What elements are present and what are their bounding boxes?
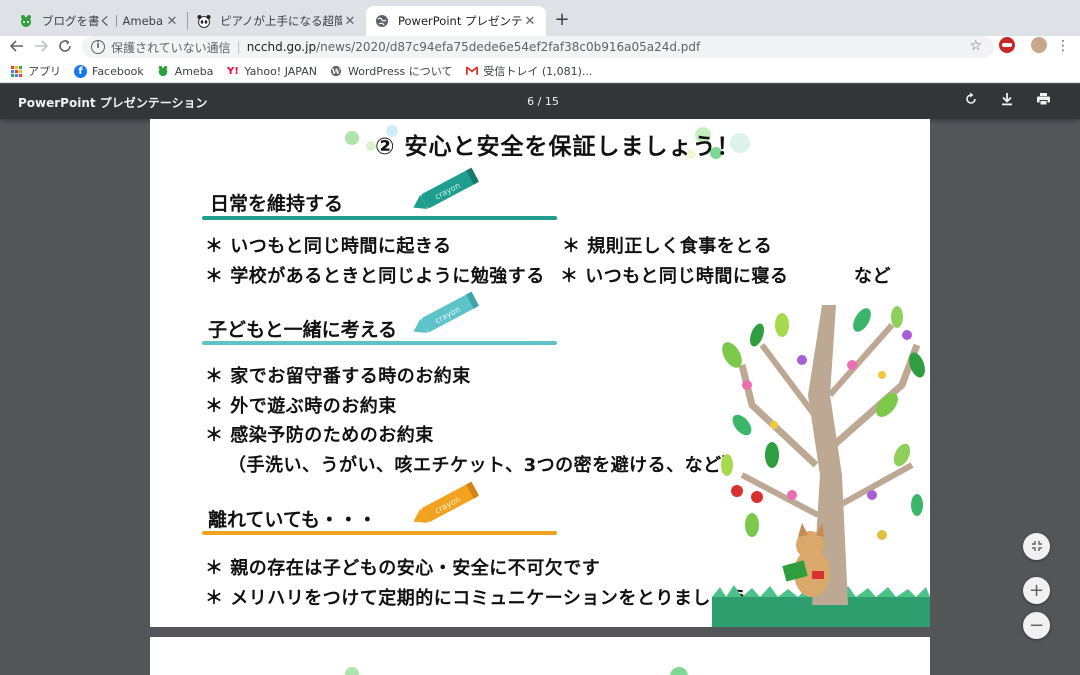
- rotate-icon[interactable]: [962, 92, 980, 110]
- bookmark-wordpress[interactable]: W WordPress について: [330, 63, 452, 79]
- section-underline: [202, 531, 557, 535]
- page-indicator[interactable]: 6 / 15: [515, 95, 571, 108]
- url-path: /news/2020/d87c94efa75dede6e54ef2faf38c0…: [316, 40, 701, 54]
- arrow-left-icon: [9, 40, 23, 52]
- crayon-icon: crayon: [413, 481, 479, 524]
- list-item: ＊ いつもと同じ時間に起きる: [205, 236, 452, 257]
- list-item: ＊ 学校があるときと同じように勉強する: [205, 266, 545, 287]
- section-heading: 子どもと一緒に考える: [208, 319, 398, 341]
- back-button[interactable]: [6, 37, 28, 59]
- apps-icon: [10, 65, 23, 78]
- svg-text:W: W: [331, 67, 341, 76]
- bookmark-label: WordPress について: [347, 65, 453, 78]
- bookmark-label: Ameba: [174, 64, 214, 78]
- star-icon[interactable]: ☆: [969, 38, 982, 54]
- pdf-toolbar: PowerPoint プレゼンテーション 6 / 15: [0, 84, 1080, 119]
- slide-title: ② 安心と安全を保証しましょう！: [375, 134, 741, 160]
- list-item: ＊ 家でお留守番する時のお約束: [205, 366, 471, 387]
- list-item: ＊ 感染予防のためのお約束: [205, 425, 434, 446]
- bookmark-apps[interactable]: アプリ: [10, 63, 61, 79]
- new-tab-button[interactable]: +: [552, 10, 572, 30]
- section-heading: 離れていても・・・: [208, 509, 377, 531]
- pdf-title: PowerPoint プレゼンテーション: [18, 96, 208, 110]
- tab-powerpoint[interactable]: PowerPoint プレゼンテーション ✕: [366, 6, 546, 36]
- tab-ameba[interactable]: ブログを書く｜Ameba (アメーバ) ✕: [10, 6, 188, 36]
- security-label: 保護されていない通信: [111, 40, 231, 55]
- close-icon[interactable]: ✕: [164, 14, 180, 29]
- ameba-icon: [157, 65, 170, 78]
- decor-dot: [345, 131, 359, 145]
- fit-icon: [1031, 541, 1042, 551]
- pdf-page: ② 安心と安全を保証しましょう！ 日常を維持する crayon ＊ いつもと同じ…: [150, 119, 930, 627]
- list-item: ＊ 外で遊ぶ時のお約束: [205, 396, 397, 417]
- tab-title: ピアノが上手になる超簡単ヒント集: [220, 14, 342, 28]
- pdf-next-page: [150, 637, 930, 675]
- address-bar[interactable]: i 保護されていない通信 | ncchd.go.jp/news/2020/d87…: [82, 36, 994, 58]
- wordpress-icon: W: [330, 65, 343, 78]
- kebab-menu-icon[interactable]: ⋮: [1055, 37, 1071, 55]
- tab-strip: ブログを書く｜Ameba (アメーバ) ✕ ピアノが上手になる超簡単ヒント集 ✕…: [0, 0, 1080, 36]
- bookmark-yahoo[interactable]: Y! Yahoo! JAPAN: [226, 65, 317, 78]
- tree-illustration: [712, 305, 930, 627]
- list-item: ＊ いつもと同じ時間に寝る: [560, 266, 789, 287]
- print-icon[interactable]: [1034, 92, 1052, 110]
- list-item: （手洗い、うがい、咳エチケット、3つの密を避ける、など）: [228, 455, 741, 476]
- tab-title: PowerPoint プレゼンテーション: [398, 14, 522, 28]
- gmail-icon: [465, 65, 478, 78]
- crayon-icon: crayon: [413, 167, 479, 210]
- extension-icon[interactable]: [999, 37, 1015, 53]
- close-icon[interactable]: ✕: [342, 14, 358, 29]
- omnibox-divider: |: [236, 40, 241, 54]
- zoom-out-button[interactable]: −: [1023, 612, 1050, 639]
- decor-dot: [670, 667, 688, 675]
- zoom-in-button[interactable]: +: [1023, 577, 1050, 604]
- facebook-icon: f: [74, 64, 87, 78]
- crayon-icon: crayon: [413, 291, 479, 334]
- bookmarks-bar: アプリ f Facebook Ameba Y! Yahoo! JAPAN W W…: [0, 60, 1080, 83]
- avatar[interactable]: [1030, 36, 1048, 54]
- reload-icon: [59, 40, 71, 52]
- bookmark-facebook[interactable]: f Facebook: [74, 64, 144, 78]
- list-item: ＊ メリハリをつけて定期的にコミュニケーションをとりましょう: [205, 588, 748, 609]
- tab-piano[interactable]: ピアノが上手になる超簡単ヒント集 ✕: [188, 6, 366, 36]
- section-underline: [202, 216, 557, 220]
- section-underline: [202, 341, 557, 345]
- url-host: ncchd.go.jp: [246, 40, 317, 54]
- tab-title: ブログを書く｜Ameba (アメーバ): [42, 14, 164, 28]
- bookmark-label: アプリ: [28, 65, 61, 78]
- bookmark-label: 受信トレイ (1,081)...: [483, 65, 593, 78]
- forward-button[interactable]: [30, 37, 52, 59]
- info-icon[interactable]: i: [91, 40, 105, 54]
- list-item: ＊ 規則正しく食事をとる: [562, 236, 773, 257]
- reload-button[interactable]: [54, 37, 76, 59]
- bookmark-gmail[interactable]: 受信トレイ (1,081)...: [465, 63, 592, 79]
- ameba-icon: [18, 13, 34, 29]
- list-item: など: [854, 266, 891, 287]
- close-icon[interactable]: ✕: [522, 14, 538, 29]
- list-item: ＊ 親の存在は子どもの安心・安全に不可欠です: [205, 558, 601, 579]
- decor-dot: [345, 667, 359, 675]
- panda-icon: [196, 13, 212, 29]
- bookmark-label: Facebook: [92, 64, 144, 78]
- browser-toolbar: i 保護されていない通信 | ncchd.go.jp/news/2020/d87…: [0, 36, 1080, 60]
- bookmark-label: Yahoo! JAPAN: [244, 64, 317, 78]
- yahoo-icon: Y!: [227, 65, 239, 77]
- fit-page-button[interactable]: [1023, 533, 1050, 560]
- arrow-right-icon: [35, 40, 49, 52]
- bookmark-ameba[interactable]: Ameba: [157, 64, 214, 78]
- globe-icon: [374, 13, 390, 29]
- section-heading: 日常を維持する: [210, 193, 344, 215]
- download-icon[interactable]: [998, 92, 1016, 110]
